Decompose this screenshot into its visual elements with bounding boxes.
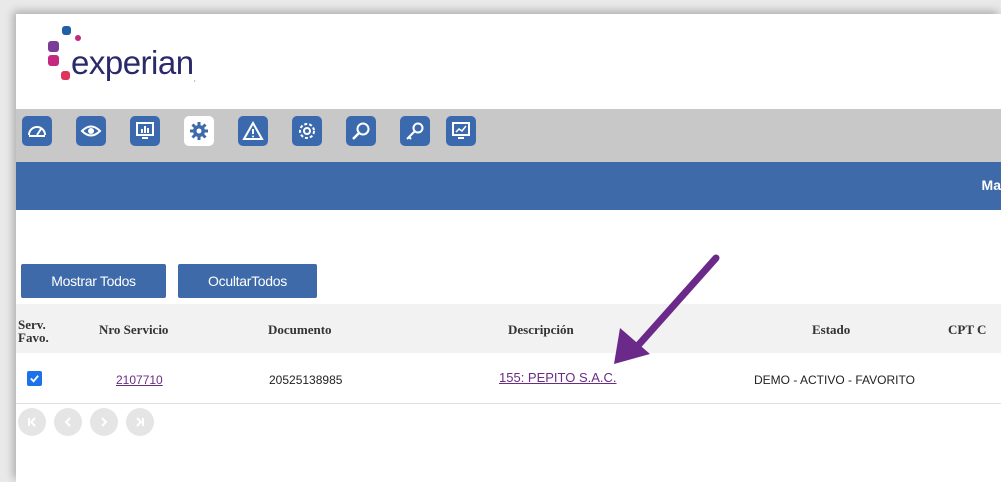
table-row: 2107710 20525138985 155: PEPITO S.A.C. D… — [16, 353, 1001, 404]
first-page-icon[interactable] — [18, 408, 46, 436]
next-page-icon[interactable] — [90, 408, 118, 436]
col-header-fav: Serv. Favo. — [18, 317, 49, 345]
table-header: Serv. Favo. Nro Servicio Documento Descr… — [16, 304, 1001, 353]
search-icon[interactable] — [346, 116, 376, 146]
pager — [16, 408, 176, 438]
annotation-arrow-icon — [614, 254, 720, 364]
app-window: experian. Ma Mostrar Todos OcultarTodos … — [16, 14, 1001, 482]
toolbar — [16, 109, 1001, 162]
col-header-documento[interactable]: Documento — [268, 322, 332, 338]
key-icon[interactable] — [400, 116, 430, 146]
estado-cell: DEMO - ACTIVO - FAVORITO — [754, 373, 915, 387]
monitor-report-icon[interactable] — [446, 116, 476, 146]
dashboard-icon[interactable] — [22, 116, 52, 146]
section-header-bar: Ma — [16, 162, 1001, 210]
settings-cog-icon[interactable] — [292, 116, 322, 146]
experian-logo: experian. — [44, 26, 264, 96]
gear-icon[interactable] — [184, 116, 214, 146]
monitor-chart-icon[interactable] — [130, 116, 160, 146]
col-header-descripcion[interactable]: Descripción — [508, 322, 574, 338]
nro-servicio-link[interactable]: 2107710 — [116, 373, 163, 387]
descripcion-link[interactable]: 155: PEPITO S.A.C. — [499, 370, 617, 385]
eye-icon[interactable] — [76, 116, 106, 146]
col-header-cpt[interactable]: CPT C — [948, 322, 986, 338]
prev-page-icon[interactable] — [54, 408, 82, 436]
last-page-icon[interactable] — [126, 408, 154, 436]
hide-all-button[interactable]: OcultarTodos — [178, 264, 317, 298]
col-header-nro-servicio[interactable]: Nro Servicio — [99, 322, 168, 338]
show-all-button[interactable]: Mostrar Todos — [21, 264, 166, 298]
col-header-estado[interactable]: Estado — [812, 322, 850, 338]
warning-icon[interactable] — [238, 116, 268, 146]
section-title: Ma — [981, 177, 1001, 193]
logo-text: experian. — [71, 44, 196, 84]
documento-cell: 20525138985 — [269, 373, 343, 387]
favorite-checkbox[interactable] — [27, 371, 42, 386]
